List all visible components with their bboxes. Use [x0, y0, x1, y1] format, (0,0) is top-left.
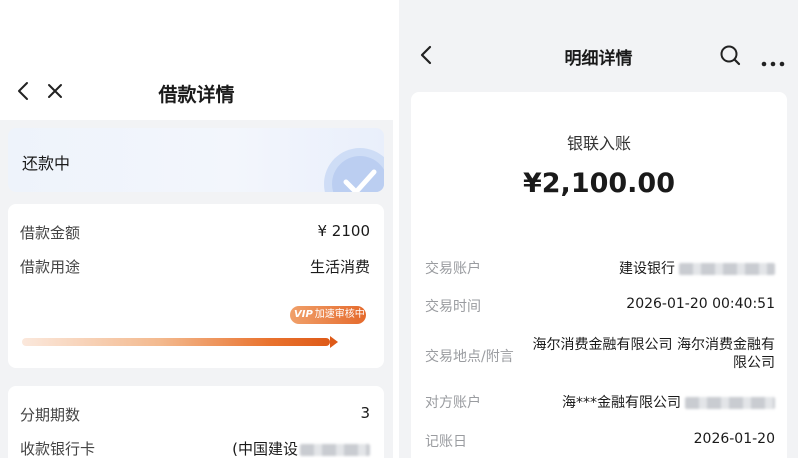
page-title: 借款详情 — [158, 84, 235, 106]
progress-arrow-tip — [330, 336, 338, 348]
bank-card-label: 收款银行卡 — [20, 440, 96, 458]
search-icon[interactable] — [719, 44, 741, 66]
vip-tag: VIP — [294, 309, 313, 320]
status-bar-area — [399, 0, 798, 30]
vip-review-badge: VIP 加速审核中 — [290, 306, 366, 324]
vip-status-text: 加速审核中 — [314, 309, 365, 320]
detail-row-value: 2026-01-20 00:40:51 — [626, 296, 775, 312]
detail-row-label: 交易时间 — [425, 299, 481, 315]
detail-row-location: 交易地点/附言 海尔消费金融有限公司 海尔消费金融有限公司 — [425, 336, 775, 376]
transaction-detail-screen: 明细详情 银联入账 ¥2,100.00 交易账户 建设银行 交易时间 2026-… — [399, 0, 798, 458]
detail-row-value: 海尔消费金融有限公司 海尔消费金融有限公司 — [532, 337, 775, 371]
loan-detail-screen: 借款详情 还款中 借款金额 ¥ 2100 借款用途 生活消费 VIP加速审核中 — [0, 0, 393, 458]
detail-row-value: 海***金融有限公司 — [562, 392, 775, 412]
masked-counterparty-account — [685, 397, 775, 409]
loan-nav-bar: 借款详情 — [0, 62, 393, 120]
detail-row-label: 交易账户 — [425, 261, 481, 277]
loan-status-label: 还款中 — [22, 154, 71, 173]
detail-row-label: 记账日 — [425, 434, 467, 450]
installments-value: 3 — [360, 404, 370, 422]
loan-amount-value: ¥ 2100 — [317, 222, 371, 240]
detail-nav-bar: 明细详情 — [399, 30, 798, 84]
loan-amount-label: 借款金额 — [20, 224, 81, 242]
loan-purpose-label: 借款用途 — [20, 258, 81, 276]
review-progress-bar — [22, 334, 344, 354]
detail-row-label: 交易地点/附言 — [425, 349, 514, 365]
loan-status-card: 还款中 — [8, 128, 384, 192]
loan-info-card: 借款金额 ¥ 2100 借款用途 生活消费 VIP 加速审核中 — [8, 204, 384, 368]
loan-purpose-value: 生活消费 — [309, 258, 370, 276]
detail-row-label: 对方账户 — [425, 395, 481, 411]
installments-label: 分期期数 — [20, 406, 81, 424]
check-circle-icon — [318, 142, 384, 192]
bank-card-value: (中国建设 — [232, 438, 370, 458]
review-progress-fill — [22, 338, 330, 346]
detail-row-value: 2026-01-20 — [693, 431, 775, 447]
masked-card-number — [300, 443, 370, 456]
transaction-detail-card: 银联入账 ¥2,100.00 交易账户 建设银行 交易时间 2026-01-20… — [411, 92, 787, 458]
progress-dots — [290, 339, 311, 354]
more-horizontal-icon[interactable] — [761, 52, 785, 67]
loan-plan-card: 分期期数 3 收款银行卡 (中国建设 — [8, 386, 384, 458]
masked-account-number — [679, 263, 775, 275]
status-bar-area — [0, 0, 393, 62]
detail-row-value: 建设银行 — [619, 258, 775, 278]
transaction-type: 银联入账 — [566, 134, 631, 153]
transaction-amount: ¥2,100.00 — [522, 168, 676, 199]
